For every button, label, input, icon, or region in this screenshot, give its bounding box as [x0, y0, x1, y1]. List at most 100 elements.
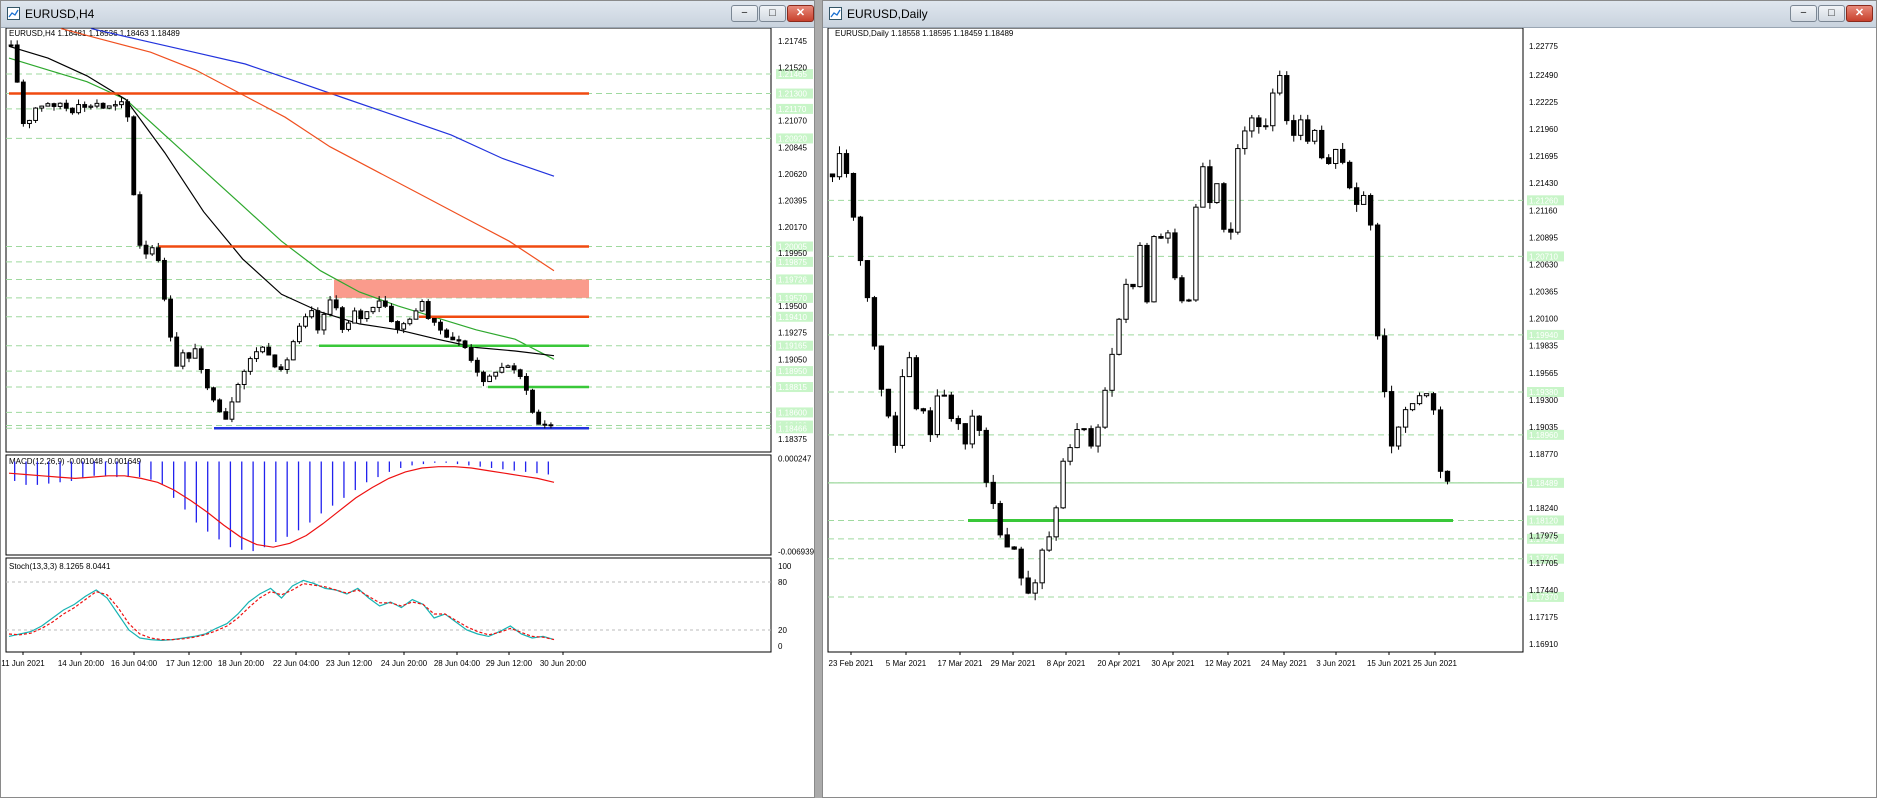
h4-x-tick: 18 Jun 20:00: [218, 659, 265, 668]
h4-price-label: 1.20920: [778, 134, 807, 143]
h4-candle: [186, 352, 192, 359]
chart-window-icon: [7, 7, 20, 20]
daily-candle: [1137, 244, 1143, 288]
h4-candle: [211, 387, 216, 401]
minimize-button[interactable]: −: [1790, 5, 1817, 22]
daily-candle: [1416, 395, 1423, 405]
h4-candle: [51, 103, 57, 107]
daily-candle: [1291, 120, 1297, 136]
daily-chart-canvas[interactable]: EURUSD,Daily 1.18558 1.18595 1.18459 1.1…: [823, 28, 1876, 798]
h4-candle: [303, 316, 308, 327]
maximize-button[interactable]: □: [1818, 5, 1845, 22]
h4-candle: [204, 368, 210, 389]
daily-candle: [1123, 283, 1129, 320]
daily-candle: [1116, 318, 1122, 355]
daily-candle: [1242, 130, 1248, 150]
h4-price-label: 1.19165: [778, 342, 807, 351]
title-bar[interactable]: EURUSD,Daily − □ ✕: [823, 1, 1876, 28]
h4-candle: [290, 341, 296, 361]
h4-y-tick: 1.20620: [778, 170, 807, 179]
daily-candle: [976, 415, 982, 431]
h4-candle: [82, 104, 88, 108]
daily-candle: [1263, 125, 1269, 128]
daily-candle: [1172, 232, 1178, 279]
daily-candle: [1088, 428, 1094, 447]
h4-candle: [125, 101, 131, 118]
h4-candle: [100, 102, 106, 109]
daily-candle: [1158, 236, 1164, 239]
h4-y-tick: 1.21070: [778, 117, 807, 126]
close-icon: ✕: [795, 7, 806, 19]
h4-x-tick: 17 Jun 12:00: [166, 659, 213, 668]
daily-candle: [948, 394, 954, 420]
daily-candle: [836, 153, 843, 178]
maximize-button[interactable]: □: [759, 5, 786, 22]
daily-x-tick: 12 May 2021: [1205, 659, 1252, 668]
title-bar[interactable]: EURUSD,H4 − □ ✕: [1, 1, 814, 28]
daily-y-tick: 1.17440: [1529, 586, 1558, 595]
daily-x-tick: 5 Mar 2021: [886, 659, 927, 668]
h4-candle: [376, 300, 382, 308]
h4-candle: [315, 310, 321, 331]
window-title: EURUSD,H4: [25, 7, 95, 21]
h4-candle: [70, 107, 75, 114]
daily-candle: [1039, 549, 1045, 584]
daily-candle: [1381, 335, 1388, 393]
h4-candle: [530, 389, 535, 413]
daily-candle: [1151, 236, 1157, 303]
h4-price-label: 1.18466: [778, 424, 807, 433]
h4-candle: [39, 105, 45, 109]
h4-x-tick: 23 Jun 12:00: [326, 659, 373, 668]
daily-y-tick: 1.17175: [1529, 613, 1558, 622]
daily-y-tick: 1.22225: [1529, 98, 1558, 107]
daily-candle: [1004, 534, 1010, 548]
minimize-button[interactable]: −: [731, 5, 758, 22]
h4-candle: [137, 194, 143, 246]
daily-candle: [1444, 470, 1451, 482]
h4-candle: [14, 44, 20, 83]
h4-candle: [450, 336, 456, 341]
daily-candle: [1395, 426, 1402, 447]
daily-candle: [934, 395, 940, 436]
daily-candle: [1388, 391, 1395, 447]
daily-candle: [1305, 119, 1311, 142]
h4-chart-canvas[interactable]: EURUSD,H4 1.18481 1.18536 1.18463 1.1848…: [1, 28, 814, 798]
daily-candle: [1367, 194, 1374, 226]
h4-candle: [247, 358, 253, 372]
daily-candle: [1256, 117, 1262, 128]
daily-candle: [1032, 582, 1038, 594]
daily-y-tick: 1.19835: [1529, 342, 1558, 351]
chart-window-daily[interactable]: EURUSD,Daily − □ ✕ EURUSD,Daily 1.18558 …: [822, 0, 1877, 798]
h4-candle: [517, 369, 523, 377]
h4-price-label: 1.19726: [778, 275, 807, 284]
h4-candle: [229, 401, 235, 420]
h4-candle: [468, 347, 474, 361]
daily-y-tick: 1.19565: [1529, 369, 1558, 378]
daily-candle: [1095, 426, 1101, 447]
daily-candle: [1165, 232, 1171, 239]
h4-candle: [272, 354, 278, 368]
daily-candle: [1409, 403, 1416, 411]
h4-candle: [370, 306, 376, 313]
h4-candle: [162, 259, 167, 300]
h4-macd-label: MACD(12,26,9) -0.001048 -0.001649: [9, 457, 142, 466]
h4-x-tick: 11 Jun 2021: [1, 659, 45, 668]
h4-candle: [389, 305, 394, 323]
h4-candle: [321, 313, 327, 331]
daily-candle: [1430, 393, 1437, 411]
h4-candle: [425, 301, 431, 319]
h4-stoch-y-tick: 20: [778, 626, 787, 635]
h4-candle: [309, 310, 315, 318]
chart-window-h4[interactable]: EURUSD,H4 − □ ✕ EURUSD,H4 1.18481 1.1853…: [0, 0, 815, 798]
h4-candle: [499, 366, 505, 373]
daily-candle: [1333, 148, 1339, 165]
maximize-icon: □: [1828, 7, 1835, 19]
h4-y-tick: 1.21520: [778, 64, 807, 73]
daily-candle: [878, 345, 885, 390]
daily-price-label: 1.18489: [1529, 479, 1558, 488]
daily-candle: [1214, 183, 1220, 204]
h4-candle: [254, 351, 259, 360]
daily-candle: [892, 415, 899, 446]
close-button[interactable]: ✕: [1846, 5, 1873, 22]
close-button[interactable]: ✕: [787, 5, 814, 22]
